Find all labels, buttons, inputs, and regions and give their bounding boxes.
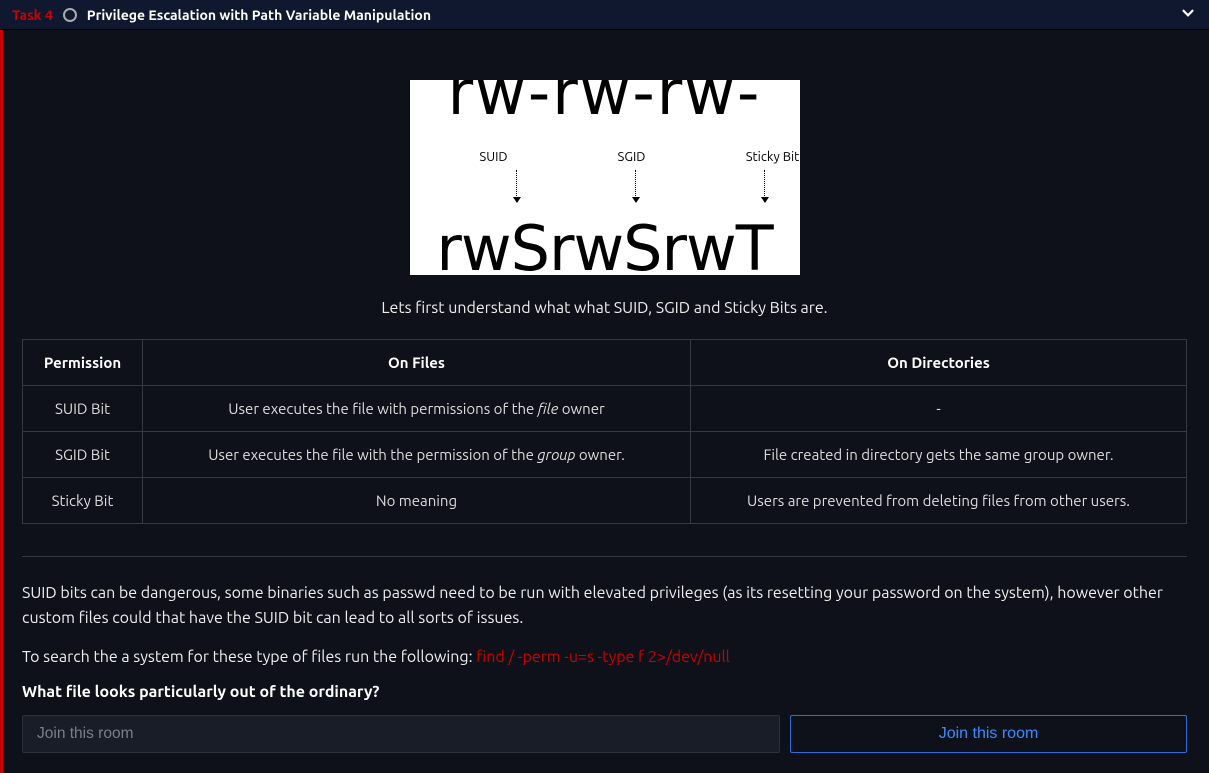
- answer-input[interactable]: [22, 715, 780, 753]
- diagram-label-sticky: Sticky Bit: [708, 150, 800, 164]
- diagram-bottom-text: rwSrwSrwT: [410, 218, 800, 275]
- table-row: SGID Bit User executes the file with the…: [23, 432, 1187, 478]
- diagram-label-sgid: SGID: [567, 150, 697, 164]
- divider: [22, 556, 1187, 557]
- left-accent-bar: [0, 30, 3, 773]
- chevron-down-icon: [1179, 4, 1197, 26]
- diagram-top-text: rw-rw-rw-: [410, 80, 800, 124]
- cell-files: User executes the file with the permissi…: [143, 432, 691, 478]
- task-number: Task 4: [12, 7, 53, 23]
- permissions-table: Permission On Files On Directories SUID …: [22, 339, 1187, 524]
- paragraph-search: To search the a system for these type of…: [22, 645, 1187, 670]
- cell-perm: SGID Bit: [23, 432, 143, 478]
- task-content: rw-rw-rw- SUID SGID Sticky Bit rwSrwSrwT…: [0, 30, 1209, 773]
- join-room-button[interactable]: Join this room: [790, 715, 1187, 753]
- cell-perm: Sticky Bit: [23, 478, 143, 524]
- cell-perm: SUID Bit: [23, 386, 143, 432]
- find-command: find / -perm -u=s -type f 2>/dev/null: [476, 648, 730, 666]
- th-permission: Permission: [23, 340, 143, 386]
- arrow-icon: [635, 170, 636, 202]
- question-text: What file looks particularly out of the …: [22, 683, 1187, 701]
- task-status-circle-icon: [63, 8, 77, 22]
- cell-dirs: Users are prevented from deleting files …: [691, 478, 1187, 524]
- table-row: SUID Bit User executes the file with per…: [23, 386, 1187, 432]
- cell-dirs: -: [691, 386, 1187, 432]
- cell-files: User executes the file with permissions …: [143, 386, 691, 432]
- paragraph-suid-danger: SUID bits can be dangerous, some binarie…: [22, 581, 1187, 631]
- arrow-icon: [516, 170, 517, 202]
- diagram-label-suid: SUID: [429, 150, 559, 164]
- permission-diagram: rw-rw-rw- SUID SGID Sticky Bit rwSrwSrwT: [410, 80, 800, 275]
- answer-row: Join this room: [22, 715, 1187, 753]
- table-row: Sticky Bit No meaning Users are prevente…: [23, 478, 1187, 524]
- th-on-files: On Files: [143, 340, 691, 386]
- diagram-labels: SUID SGID Sticky Bit: [410, 150, 800, 164]
- th-on-directories: On Directories: [691, 340, 1187, 386]
- cell-dirs: File created in directory gets the same …: [691, 432, 1187, 478]
- intro-text: Lets first understand what what SUID, SG…: [22, 299, 1187, 317]
- task-header[interactable]: Task 4 Privilege Escalation with Path Va…: [0, 0, 1209, 30]
- arrow-icon: [764, 170, 765, 202]
- table-header-row: Permission On Files On Directories: [23, 340, 1187, 386]
- cell-files: No meaning: [143, 478, 691, 524]
- task-title: Privilege Escalation with Path Variable …: [87, 7, 1179, 23]
